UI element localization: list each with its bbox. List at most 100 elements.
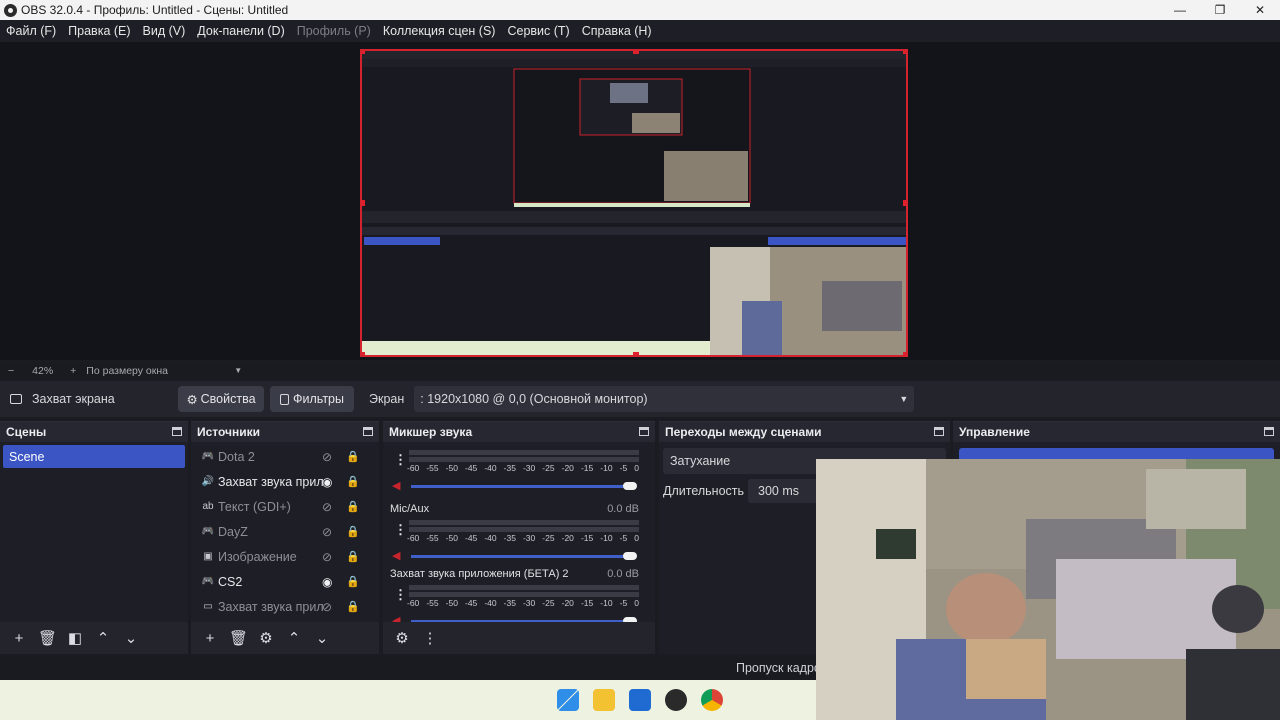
scale-tick-label: -40 [484, 463, 497, 473]
chevron-up-icon[interactable]: ⌃ [285, 629, 303, 647]
scale-tick-label: -5 [619, 598, 628, 608]
source-item[interactable]: ▭ Захват звука прилс ⊘ 🔒 [191, 594, 379, 619]
mixer-toolbar: ⚙ ⋮ [383, 622, 655, 654]
scale-tick-label: -25 [542, 533, 555, 543]
volume-slider-handle[interactable] [623, 482, 637, 490]
more-icon[interactable]: ⋮ [421, 629, 439, 647]
scale-tick-label: -30 [522, 463, 536, 473]
filter-icon[interactable]: ◧ [66, 629, 84, 647]
resize-handle[interactable] [362, 51, 365, 54]
screen-label: Экран [369, 392, 405, 406]
duration-input[interactable]: 300 ms [748, 479, 821, 503]
scenes-title: Сцены [6, 425, 47, 439]
menu-file[interactable]: Файл (F) [0, 24, 62, 38]
duration-label: Длительность [663, 484, 745, 498]
volume-slider[interactable] [411, 555, 627, 558]
scale-tick-label: -45 [464, 598, 478, 608]
file-explorer-icon[interactable] [593, 689, 615, 711]
lock-icon[interactable]: 🔒 [346, 500, 360, 513]
mixer-channel: Mic/Aux 0.0 dB ⋮ -60 -55 -50 -45 -40 -35 -30 -25 -2… [383, 498, 655, 562]
speaker-mute-icon[interactable]: ◀ [392, 481, 405, 492]
lock-icon[interactable]: 🔒 [346, 550, 360, 563]
resize-handle[interactable] [903, 51, 906, 54]
source-item[interactable]: 🎮 DayZ ⊘ 🔒 [191, 519, 379, 544]
resize-handle[interactable] [903, 200, 906, 206]
menu-view[interactable]: Вид (V) [137, 24, 192, 38]
properties-button[interactable]: ⚙ Свойства [178, 386, 264, 412]
gear-icon[interactable]: ⚙ [257, 629, 275, 647]
windows-start-icon[interactable] [557, 689, 579, 711]
resize-handle[interactable] [903, 352, 906, 355]
source-item[interactable]: 🎮 Dota 2 ⊘ 🔒 [191, 444, 379, 469]
lock-icon[interactable]: 🔒 [346, 575, 360, 588]
more-icon[interactable]: ⋮ [394, 452, 407, 468]
image-icon: ▣ [203, 551, 213, 562]
eye-off-icon[interactable]: ⊘ [322, 450, 332, 464]
eye-icon[interactable]: ◉ [322, 475, 332, 489]
scale-tick-label: 0 [634, 598, 639, 608]
gear-icon[interactable]: ⚙ [393, 629, 411, 647]
trash-icon[interactable]: 🗑 [38, 629, 57, 647]
volume-meter [409, 457, 639, 462]
resize-handle[interactable] [633, 352, 639, 355]
lock-icon[interactable]: 🔒 [346, 525, 360, 538]
eye-off-icon[interactable]: ⊘ [322, 600, 332, 614]
undock-icon[interactable] [639, 427, 649, 436]
source-item[interactable]: ab Текст (GDI+) ⊘ 🔒 [191, 494, 379, 519]
chrome-icon[interactable] [701, 689, 723, 711]
eye-off-icon[interactable]: ⊘ [322, 525, 332, 539]
maximize-button[interactable]: ❐ [1200, 0, 1240, 20]
resize-handle[interactable] [362, 200, 365, 206]
lock-icon[interactable]: 🔒 [346, 475, 360, 488]
resize-handle[interactable] [362, 352, 365, 355]
menu-profile[interactable]: Профиль (P) [291, 24, 377, 38]
preview-canvas[interactable] [360, 49, 908, 357]
more-icon[interactable]: ⋮ [394, 522, 407, 538]
volume-slider[interactable] [411, 485, 627, 488]
scale-tick-label: -50 [445, 533, 458, 543]
monitor-icon: ▭ [203, 601, 213, 612]
scale-tick-label: -5 [619, 533, 628, 543]
undock-icon[interactable] [934, 427, 944, 436]
eye-off-icon[interactable]: ⊘ [322, 500, 332, 514]
chevron-down-icon[interactable]: ⌄ [122, 629, 140, 647]
source-item[interactable]: 🎮 CS2 ◉ 🔒 [191, 569, 379, 594]
properties-label: Свойства [200, 392, 256, 406]
undock-icon[interactable] [172, 427, 182, 436]
resize-handle[interactable] [633, 51, 639, 54]
eye-off-icon[interactable]: ⊘ [322, 550, 332, 564]
channel-db: 0.0 dB [607, 568, 639, 580]
eye-icon[interactable]: ◉ [322, 575, 332, 589]
trash-icon[interactable]: 🗑 [229, 629, 248, 647]
filters-button[interactable]: Фильтры [270, 386, 354, 412]
source-item[interactable]: 🔊 Захват звука прилс ◉ 🔒 [191, 469, 379, 494]
undock-icon[interactable] [1264, 427, 1274, 436]
minimize-button[interactable]: — [1160, 0, 1200, 20]
undock-icon[interactable] [363, 427, 373, 436]
obs-icon[interactable] [665, 689, 687, 711]
source-item[interactable]: ▣ Изображение ⊘ 🔒 [191, 544, 379, 569]
menu-edit[interactable]: Правка (E) [62, 24, 136, 38]
screen-select[interactable]: : 1920x1080 @ 0,0 (Основной монитор) ▼ [414, 386, 915, 412]
screen-select-value: : 1920x1080 @ 0,0 (Основной монитор) [420, 392, 648, 406]
volume-slider-handle[interactable] [623, 552, 637, 560]
chevron-down-icon[interactable]: ⌄ [313, 629, 331, 647]
close-button[interactable]: ✕ [1240, 0, 1280, 20]
zoom-out-button[interactable]: − [8, 365, 14, 377]
zoom-in-button[interactable]: + [70, 365, 76, 377]
add-icon[interactable]: + [10, 630, 28, 647]
speaker-mute-icon[interactable]: ◀ [392, 551, 405, 562]
add-icon[interactable]: + [201, 630, 219, 647]
menu-docks[interactable]: Док-панели (D) [191, 24, 290, 38]
menu-scene-collection[interactable]: Коллекция сцен (S) [377, 24, 502, 38]
scene-item[interactable]: Scene [3, 445, 185, 468]
menu-tools[interactable]: Сервис (T) [501, 24, 575, 38]
zoom-fit-select[interactable]: По размеру окна [86, 365, 234, 377]
lock-icon[interactable]: 🔒 [346, 450, 360, 463]
more-icon[interactable]: ⋮ [394, 587, 407, 603]
menu-help[interactable]: Справка (H) [576, 24, 658, 38]
lock-icon[interactable]: 🔒 [346, 600, 360, 613]
chevron-down-icon[interactable]: ▼ [234, 366, 242, 375]
store-icon[interactable] [629, 689, 651, 711]
chevron-up-icon[interactable]: ⌃ [94, 629, 112, 647]
